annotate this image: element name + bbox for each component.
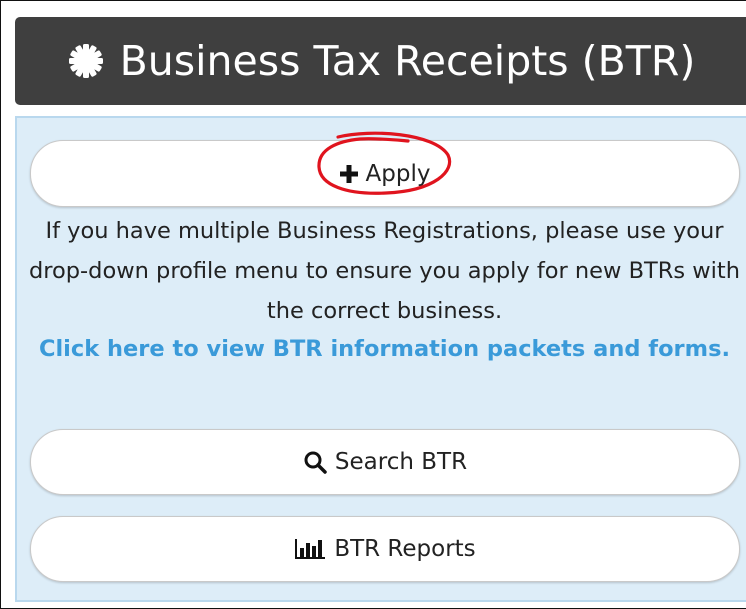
search-btr-button-label: Search BTR — [334, 449, 468, 475]
search-icon — [303, 450, 327, 474]
apply-button[interactable]: Apply — [30, 140, 740, 207]
search-btr-button[interactable]: Search BTR — [30, 429, 740, 495]
btr-panel: Apply If you have multiple Business Regi… — [15, 116, 746, 602]
multiple-registrations-notice: If you have multiple Business Registrati… — [28, 218, 741, 324]
plus-icon — [339, 164, 358, 183]
gear-icon — [66, 41, 106, 81]
btr-reports-button-label: BTR Reports — [334, 536, 476, 562]
page-header: Business Tax Receipts (BTR) — [15, 17, 746, 105]
bar-chart-icon — [294, 538, 326, 560]
apply-button-label: Apply — [365, 160, 431, 187]
btr-reports-button[interactable]: BTR Reports — [30, 516, 740, 582]
btr-info-packets-link[interactable]: Click here to view BTR information packe… — [27, 329, 742, 369]
page-title: Business Tax Receipts (BTR) — [119, 37, 696, 85]
